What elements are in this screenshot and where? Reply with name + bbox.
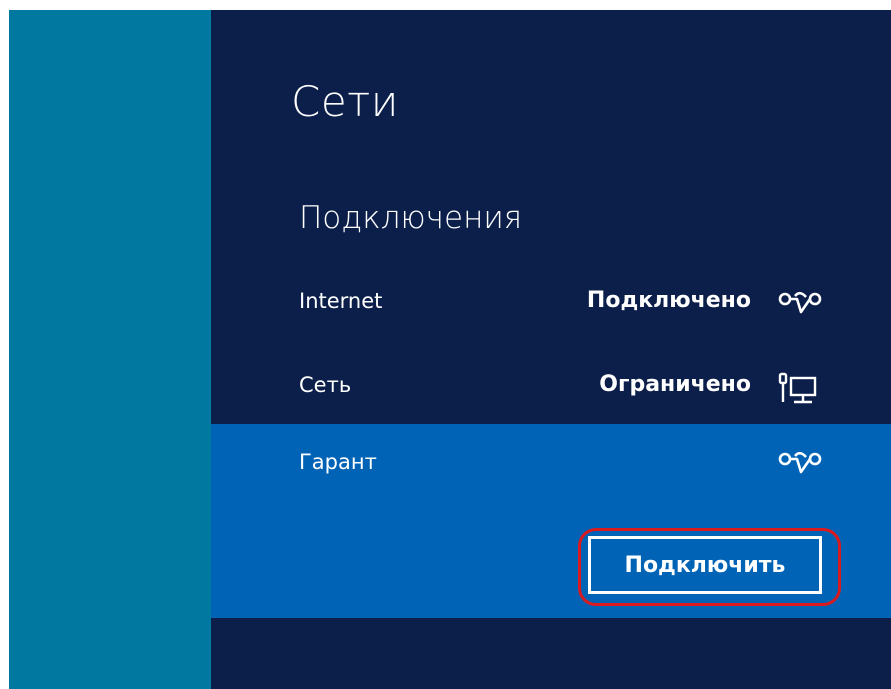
connection-name: Internet	[299, 289, 383, 313]
connection-item-internet[interactable]: Internet Подключено	[211, 272, 891, 332]
connections-section-title: Подключения	[299, 200, 523, 236]
left-background-strip	[9, 10, 211, 689]
connection-status: Ограничено	[599, 372, 751, 397]
connection-name: Сеть	[299, 373, 352, 397]
page: Сети Подключения Internet Подключено Сет…	[0, 0, 891, 689]
wired-network-icon	[777, 372, 823, 406]
connect-button[interactable]: Подключить	[588, 536, 822, 594]
connection-status: Подключено	[586, 288, 751, 313]
connection-item-garant[interactable]: Гарант Подключить	[211, 424, 891, 618]
vpn-link-icon	[777, 288, 823, 322]
vpn-link-icon	[777, 448, 823, 482]
connection-item-set[interactable]: Сеть Ограничено	[211, 356, 891, 416]
panel-title: Сети	[291, 77, 399, 126]
networks-charm-panel: Сети Подключения Internet Подключено Сет…	[211, 10, 891, 689]
connection-name: Гарант	[299, 450, 377, 474]
